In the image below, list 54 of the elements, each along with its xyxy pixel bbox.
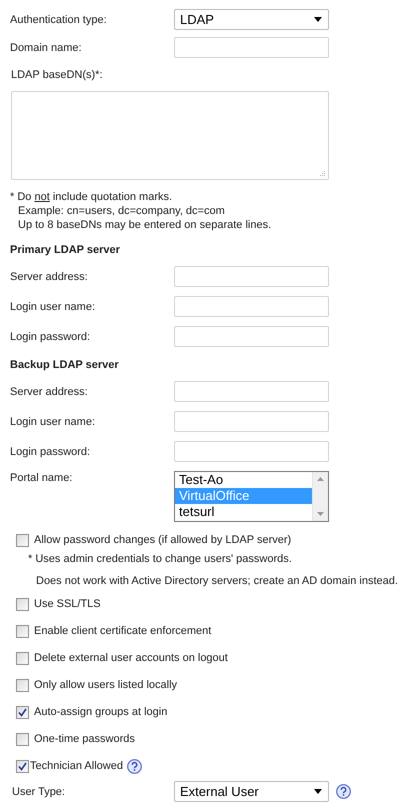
- scroll-up-arrow-icon[interactable]: [317, 477, 324, 481]
- checkbox-label: Allow password changes (if allowed by LDAP server): [34, 534, 292, 546]
- list-item[interactable]: Test-Ao: [175, 472, 312, 488]
- checkbox[interactable]: [16, 678, 29, 692]
- scrollbar[interactable]: [312, 472, 328, 521]
- checkbox[interactable]: [16, 732, 29, 746]
- note-text: Up to 8 baseDNs may be entered on separate lines.: [18, 219, 272, 231]
- field-label: Login user name:: [10, 414, 96, 428]
- list-box[interactable]: Test-Ao VirtualOffice tetsurl: [174, 471, 329, 522]
- note-text: Example: cn=users, dc=company, dc=com: [18, 205, 225, 217]
- input-field[interactable]: [174, 266, 329, 287]
- checkbox-label: Technician Allowed: [30, 760, 123, 772]
- input-field[interactable]: [174, 381, 329, 402]
- field-label: Login user name:: [10, 300, 96, 314]
- field-label: Server address:: [10, 384, 89, 398]
- note-text: * Uses admin credentials to change users' passwords.: [28, 553, 292, 565]
- caret-icon: [314, 789, 322, 794]
- field-label: Login password:: [10, 444, 92, 458]
- input-field[interactable]: [174, 441, 329, 462]
- input-field[interactable]: [174, 296, 329, 317]
- input-field[interactable]: [174, 37, 329, 58]
- help-icon[interactable]: [336, 784, 351, 799]
- input-field[interactable]: [174, 411, 329, 432]
- help-icon[interactable]: [126, 758, 142, 774]
- dropdown[interactable]: External User: [174, 781, 329, 802]
- field-label: LDAP baseDN(s)*:: [11, 69, 102, 81]
- field-label: Authentication type:: [10, 12, 108, 26]
- checkbox-label: Auto-assign groups at login: [34, 706, 168, 718]
- field-label: Domain name:: [10, 40, 83, 54]
- input-field[interactable]: [174, 326, 329, 347]
- checkbox[interactable]: [16, 624, 29, 638]
- checkbox[interactable]: [16, 534, 29, 546]
- scroll-down-arrow-icon[interactable]: [317, 512, 324, 516]
- field-label: User Type:: [12, 784, 66, 798]
- checkbox[interactable]: [16, 706, 29, 718]
- section-heading: Primary LDAP server: [10, 244, 120, 256]
- checkbox-label: One-time passwords: [34, 733, 135, 745]
- section-heading: Backup LDAP server: [10, 359, 119, 371]
- dropdown[interactable]: LDAP: [174, 9, 329, 30]
- checkbox[interactable]: [16, 598, 29, 610]
- list-item[interactable]: tetsurl: [175, 504, 312, 520]
- field-label: Server address:: [10, 270, 89, 284]
- field-label: Portal name:: [10, 471, 74, 485]
- field-label: Login password:: [10, 330, 92, 344]
- checkbox-label: Enable client certificate enforcement: [34, 625, 212, 637]
- checkbox-label: Only allow users listed locally: [34, 679, 178, 691]
- checkbox[interactable]: [16, 760, 29, 772]
- checkbox-label: Delete external user accounts on logout: [34, 652, 228, 664]
- note-text: Does not work with Active Directory servers; create an AD domain instead.: [36, 575, 398, 587]
- note-text: * Do not include quotation marks.: [10, 190, 174, 204]
- caret-icon: [314, 17, 322, 22]
- checkbox-label: Use SSL/TLS: [34, 598, 101, 610]
- checkbox[interactable]: [16, 652, 29, 664]
- text-area[interactable]: [11, 91, 329, 180]
